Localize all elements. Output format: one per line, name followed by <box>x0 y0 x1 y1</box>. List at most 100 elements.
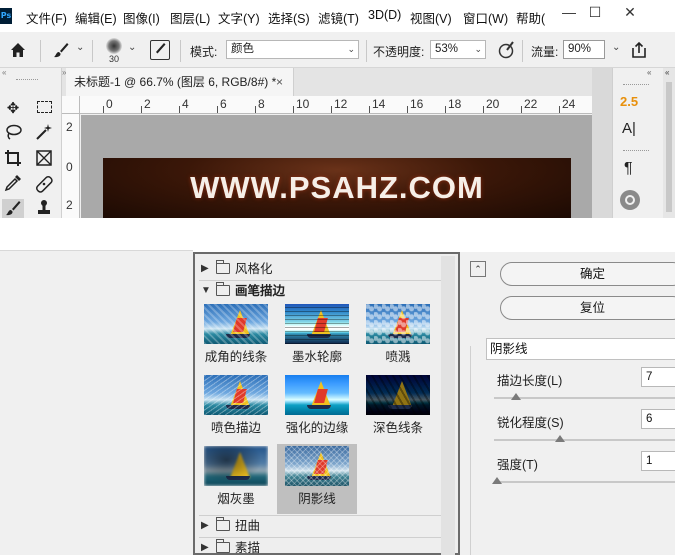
menu-3d[interactable]: 3D(D) <box>368 8 401 22</box>
menu-filter[interactable]: 滤镜(T) <box>318 8 359 27</box>
magic-wand-tool-icon[interactable] <box>33 123 55 145</box>
gallery-scrollbar[interactable] <box>441 256 455 555</box>
home-icon[interactable] <box>8 40 28 63</box>
menu-select[interactable]: 选择(S) <box>268 8 310 27</box>
canvas-area[interactable]: WWW.PSAHZ.COM <box>81 115 592 218</box>
menu-file[interactable]: 文件(F) <box>26 8 67 27</box>
category-brush-strokes[interactable]: ▼ 画笔描边 <box>201 281 439 301</box>
folder-icon <box>216 539 230 553</box>
menu-help[interactable]: 帮助( <box>516 8 545 27</box>
close-tab-icon[interactable]: × <box>276 68 283 96</box>
ruler-tick-label: 18 <box>448 97 462 111</box>
healing-brush-tool-icon[interactable] <box>33 174 55 196</box>
mode-label: 模式: <box>190 45 218 59</box>
marquee-tool-icon[interactable] <box>33 98 55 120</box>
menu-layer[interactable]: 图层(L) <box>170 8 210 27</box>
ruler-tick-label: 2 <box>66 198 73 212</box>
category-distort[interactable]: ▶ 扭曲 <box>201 516 439 536</box>
stroke-length-slider-knob[interactable] <box>511 393 521 400</box>
close-button[interactable]: ✕ <box>613 2 647 22</box>
category-sketch[interactable]: ▶ 素描 <box>201 538 439 558</box>
character-panel-icon[interactable]: A| <box>622 120 636 137</box>
eyedropper-tool-icon[interactable] <box>2 174 24 196</box>
expand-arrow-icon: ▶ <box>201 542 209 553</box>
mode-value: 颜色 <box>231 43 254 55</box>
folder-icon <box>216 260 230 274</box>
right-scrollbar[interactable]: « <box>663 68 675 218</box>
sharpness-slider[interactable] <box>494 439 675 441</box>
category-label: 风格化 <box>235 262 273 276</box>
strength-input[interactable]: 1 <box>641 451 675 471</box>
ruler-tick-label: 10 <box>296 97 310 111</box>
category-label: 扭曲 <box>235 519 261 533</box>
vertical-ruler: 2 0 2 <box>62 114 80 218</box>
expand-panels-icon[interactable]: « <box>647 68 651 77</box>
brush-tool-icon[interactable] <box>52 41 70 62</box>
move-tool-icon[interactable]: ✥ <box>2 98 24 120</box>
ruler-tick-label: 4 <box>182 97 189 111</box>
document-tabbar: » 未标题-1 @ 66.7% (图层 6, RGB/8#) * × <box>62 68 592 96</box>
clone-stamp-tool-icon[interactable] <box>33 199 55 218</box>
collapse-gallery-icon[interactable]: ⌃ <box>470 261 486 277</box>
chevron-down-icon[interactable]: ⌄ <box>128 42 136 53</box>
strength-slider[interactable] <box>494 481 675 483</box>
expand-arrow-icon: ▶ <box>201 263 209 274</box>
photoshop-window: Ps 文件(F) 编辑(E) 图像(I) 图层(L) 文字(Y) 选择(S) 滤… <box>0 0 675 218</box>
filter-ink-outlines[interactable]: 墨水轮廓 <box>277 302 357 372</box>
strength-slider-knob[interactable] <box>492 477 502 484</box>
menu-image[interactable]: 图像(I) <box>123 8 160 27</box>
adjustments-panel-icon[interactable] <box>620 190 640 210</box>
document-tab-title: 未标题-1 @ 66.7% (图层 6, RGB/8#) * <box>74 75 277 89</box>
stroke-length-input[interactable]: 7 <box>641 367 675 387</box>
stroke-length-slider[interactable] <box>494 397 675 399</box>
menu-window[interactable]: 窗口(W) <box>463 8 508 27</box>
menu-edit[interactable]: 编辑(E) <box>75 8 117 27</box>
paragraph-panel-icon[interactable]: ¶ <box>624 160 633 178</box>
sharpness-input[interactable]: 6 <box>641 409 675 429</box>
filter-accented-edges[interactable]: 强化的边缘 <box>277 373 357 443</box>
filter-sprayed-strokes[interactable]: 喷色描边 <box>196 373 276 443</box>
filter-dark-strokes[interactable]: 深色线条 <box>358 373 438 443</box>
filter-preview-area[interactable] <box>0 250 193 555</box>
panel-dock-strip <box>592 68 612 218</box>
pressure-opacity-icon[interactable] <box>497 40 517 63</box>
lasso-tool-icon[interactable] <box>2 123 24 145</box>
ok-button[interactable]: 确定 <box>500 262 675 286</box>
canvas-text: WWW.PSAHZ.COM <box>190 170 484 205</box>
frame-tool-icon[interactable] <box>33 149 55 171</box>
filter-angled-strokes[interactable]: 成角的线条 <box>196 302 276 372</box>
filter-sumi-e[interactable]: 烟灰墨 <box>196 444 276 514</box>
chevron-down-icon[interactable]: ⌄ <box>612 42 620 53</box>
reset-button[interactable]: 复位 <box>500 296 675 320</box>
filter-thumbnail <box>204 375 268 415</box>
share-icon[interactable] <box>630 41 648 62</box>
menu-view[interactable]: 视图(V) <box>410 8 452 27</box>
ruler-origin[interactable] <box>62 96 80 114</box>
document-tab[interactable]: 未标题-1 @ 66.7% (图层 6, RGB/8#) * × <box>66 68 294 96</box>
filter-thumbnail <box>204 446 268 486</box>
category-label: 画笔描边 <box>235 284 286 298</box>
opacity-input[interactable]: 53% ⌄ <box>430 40 486 59</box>
category-label: 素描 <box>235 541 261 555</box>
mode-select[interactable]: 颜色 ⌄ <box>226 40 359 59</box>
brush-preset-icon[interactable] <box>106 38 122 54</box>
flow-input[interactable]: 90% <box>563 40 605 59</box>
expand-arrow-icon: ▶ <box>201 520 209 531</box>
maximize-button[interactable]: ☐ <box>578 2 612 22</box>
filter-spatter[interactable]: 喷溅 <box>358 302 438 372</box>
menu-type[interactable]: 文字(Y) <box>218 8 260 27</box>
collapse-left-icon[interactable]: « <box>2 68 6 77</box>
filter-type-select[interactable]: 阴影线 <box>486 338 675 360</box>
category-stylize[interactable]: ▶ 风格化 <box>201 259 439 279</box>
sharpness-slider-knob[interactable] <box>554 435 565 442</box>
brush-panel-icon[interactable] <box>150 40 170 60</box>
collapse-icon[interactable]: « <box>665 68 669 77</box>
chevron-down-icon[interactable]: ⌄ <box>76 42 84 53</box>
right-panel-dock: « 2.5 A| ¶ <box>612 68 663 218</box>
filter-crosshatch[interactable]: 阴影线 <box>277 444 357 514</box>
options-bar: ⌄ 30 ⌄ 模式: 颜色 ⌄ 不透明度: 53% ⌄ 流量: 90% ⌄ <box>0 32 675 68</box>
opacity-label: 不透明度: <box>373 45 425 59</box>
crop-tool-icon[interactable] <box>2 149 24 171</box>
brush-tool-icon[interactable] <box>2 199 24 218</box>
value-readout[interactable]: 2.5 <box>620 94 638 109</box>
